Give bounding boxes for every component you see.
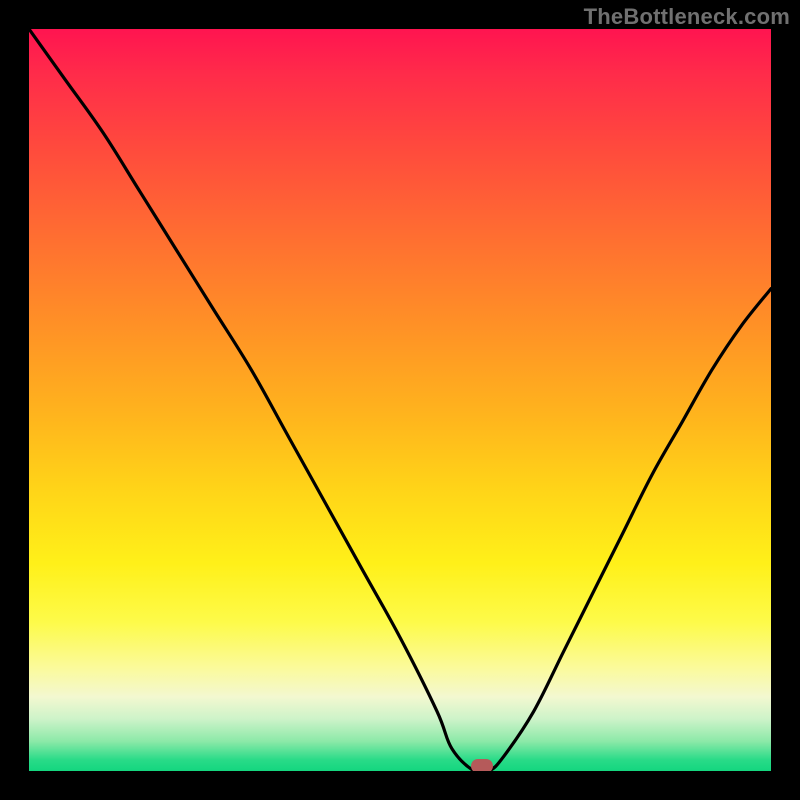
watermark-label: TheBottleneck.com <box>584 4 790 30</box>
plot-area <box>29 29 771 771</box>
bottleneck-curve <box>29 29 771 771</box>
optimal-point-marker <box>471 759 493 771</box>
chart-frame: TheBottleneck.com <box>0 0 800 800</box>
